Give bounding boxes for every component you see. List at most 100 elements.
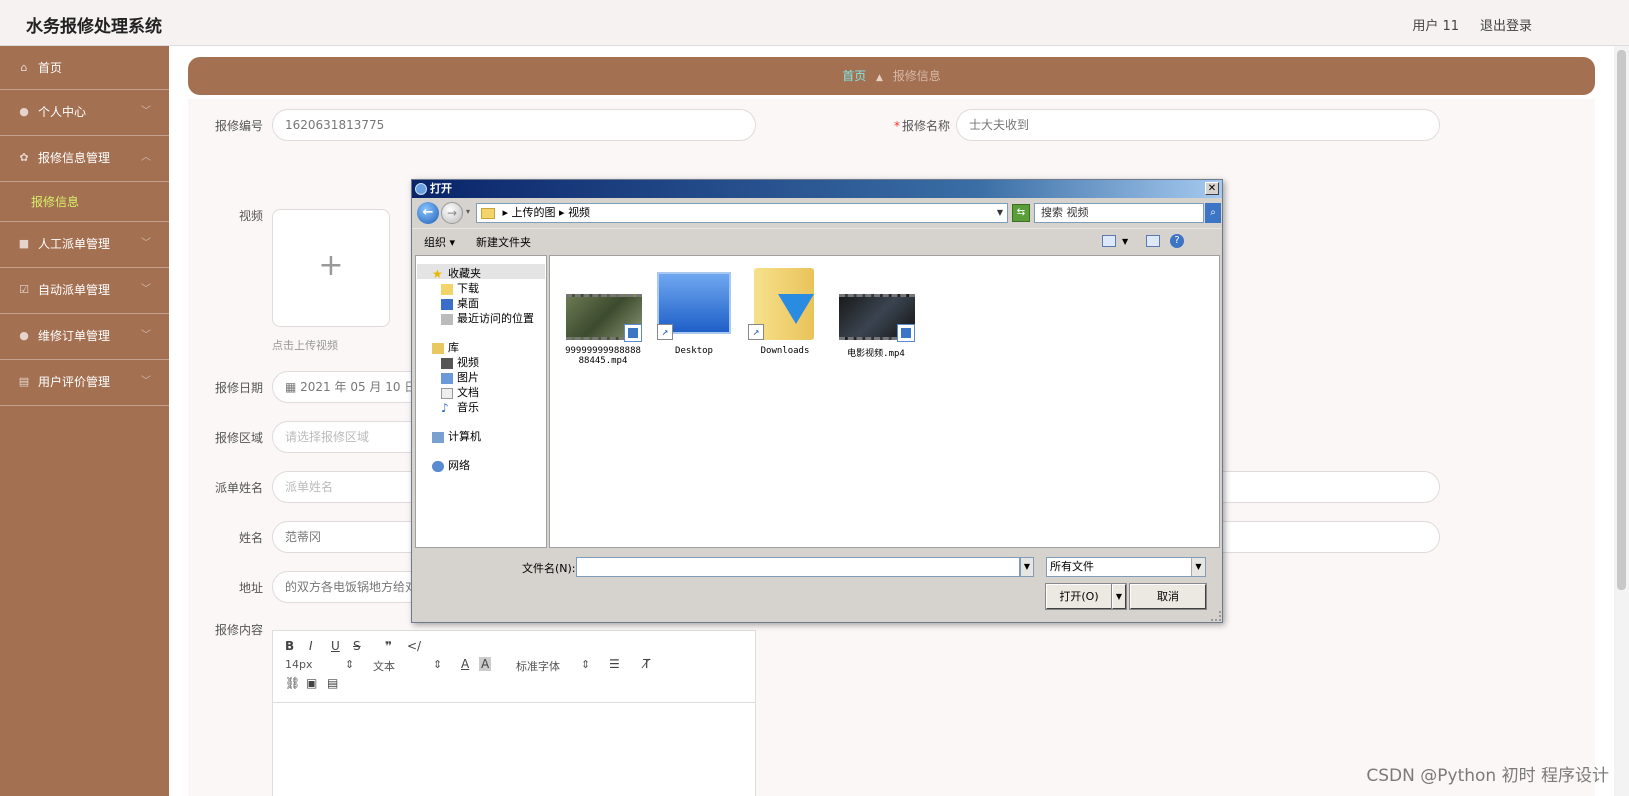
breadcrumb-separator-icon: ▲ (876, 73, 883, 83)
resize-grip-icon[interactable] (1211, 611, 1221, 621)
tree-item-pictures[interactable]: 图片 (441, 369, 479, 385)
chevron-down-icon: ﹀ (141, 330, 151, 341)
file-item[interactable]: 9999999998888888445.mp4 (563, 264, 643, 366)
rich-text-editor[interactable]: B I U S ❞ </ 14px ⇕ 文本 ⇕ A A 标准字体 ⇕ ☰ T̸… (272, 630, 756, 796)
quote-icon[interactable]: ❞ (385, 639, 392, 653)
calendar-icon: ▦ (285, 380, 301, 394)
font-family-select[interactable]: 标准字体 (516, 658, 560, 674)
filetype-dropdown-icon: ▼ (1191, 558, 1205, 576)
file-item[interactable]: 电影视频.mp4 (836, 264, 916, 359)
organize-menu[interactable]: 组织 ▾ (424, 234, 455, 250)
tree-item-network[interactable]: 网络 (432, 457, 470, 473)
tree-item-computer[interactable]: 计算机 (432, 428, 481, 444)
video-insert-icon[interactable]: ▤ (327, 676, 338, 690)
breadcrumb-current: 报修信息 (892, 69, 941, 83)
video-icon: ■ (18, 237, 30, 250)
file-name: Downloads (760, 346, 810, 356)
path-chevron-icon: ▸ (559, 206, 569, 219)
breadcrumb-home[interactable]: 首页 (842, 69, 866, 83)
tree-item-desktop[interactable]: 桌面 (441, 295, 479, 311)
path-segment[interactable]: 上传的图 (512, 206, 556, 219)
history-dropdown-icon[interactable]: ▾ (466, 207, 470, 216)
tree-item-downloads[interactable]: 下载 (441, 280, 479, 296)
close-icon[interactable]: ✕ (1205, 182, 1219, 195)
sidebar-item-user-reviews[interactable]: ▤ 用户评价管理 ﹀ (0, 360, 169, 406)
view-options-icon[interactable] (1102, 235, 1116, 247)
repair-name-input[interactable]: 士大夫收到 (956, 109, 1440, 141)
navigation-pane: ★ 收藏夹 下载 桌面 最近访问的位置 库 视频 图片 文档 ♪ 音乐 计算机 网络 (415, 255, 547, 548)
sidebar-item-repair-info-management[interactable]: ✿ 报修信息管理 ︿ (0, 136, 169, 182)
bold-icon[interactable]: B (285, 639, 294, 653)
help-icon[interactable]: ? (1170, 234, 1184, 248)
plus-icon: + (318, 248, 344, 283)
tree-item-music[interactable]: ♪ 音乐 (441, 399, 479, 415)
scrollbar-thumb[interactable] (1617, 50, 1626, 590)
sidebar-item-home[interactable]: ⌂ 首页 (0, 46, 169, 90)
sidebar-item-repair-orders[interactable]: ● 维修订单管理 ﹀ (0, 314, 169, 360)
background-color-icon[interactable]: A (479, 657, 492, 671)
video-thumbnail-icon (564, 264, 642, 342)
video-library-icon (441, 357, 453, 369)
recent-places-icon (441, 313, 453, 325)
file-item[interactable]: ↗ Desktop (654, 264, 734, 356)
forward-button[interactable]: → (441, 202, 463, 224)
address-bar[interactable]: ▸ 上传的图 ▸ 视频 ▼ (476, 203, 1008, 223)
search-input[interactable]: 搜索 视频 (1034, 203, 1204, 223)
address-dropdown-icon[interactable]: ▼ (997, 204, 1003, 222)
sidebar-item-label: 首页 (38, 61, 63, 75)
logout-link[interactable]: 退出登录 (1480, 15, 1532, 34)
tree-item-documents[interactable]: 文档 (441, 384, 479, 400)
sidebar: ⌂ 首页 ● 个人中心 ﹀ ✿ 报修信息管理 ︿ 报修信息 ■ 人工派单管理 ﹀… (0, 46, 169, 796)
italic-icon[interactable]: I (309, 639, 313, 653)
clear-format-icon[interactable]: T̸ (643, 657, 650, 671)
cancel-button[interactable]: 取消 (1129, 583, 1207, 610)
font-size-select[interactable]: 14px (285, 658, 313, 671)
font-color-icon[interactable]: A (461, 657, 469, 671)
new-folder-button[interactable]: 新建文件夹 (476, 234, 531, 250)
underline-icon[interactable]: U (331, 639, 340, 653)
sidebar-item-personal-center[interactable]: ● 个人中心 ﹀ (0, 90, 169, 136)
open-button[interactable]: 打开(O) (1045, 583, 1113, 610)
preview-pane-icon[interactable] (1146, 235, 1160, 247)
file-name: 9999999998888888445.mp4 (565, 346, 641, 366)
tree-item-library[interactable]: 库 (432, 339, 459, 355)
area-label: 报修区域 (214, 431, 263, 445)
sidebar-item-label: 报修信息管理 (38, 151, 111, 165)
tree-item-favorites[interactable]: ★ 收藏夹 (432, 265, 481, 281)
top-header: 水务报修处理系统 用户 11 退出登录 (0, 0, 1629, 46)
link-icon[interactable]: ⛓ (285, 676, 300, 690)
filetype-select[interactable]: 所有文件 ▼ (1046, 557, 1206, 577)
page-scrollbar[interactable] (1614, 46, 1629, 796)
refresh-icon[interactable]: ⇆ (1012, 204, 1030, 222)
view-dropdown-icon[interactable]: ▼ (1122, 237, 1128, 246)
chevron-up-icon: ︿ (141, 152, 151, 163)
breadcrumb: 首页 ▲ 报修信息 (188, 57, 1595, 95)
image-icon[interactable]: ▣ (306, 676, 317, 690)
code-icon[interactable]: </ (407, 639, 421, 653)
text-style-select[interactable]: 文本 (373, 658, 395, 674)
dialog-titlebar[interactable]: 打开 ✕ (412, 180, 1222, 198)
sidebar-subitem-repair-info[interactable]: 报修信息 (0, 182, 169, 222)
filename-dropdown-icon[interactable]: ▼ (1020, 557, 1034, 577)
video-upload-button[interactable]: + (272, 209, 390, 327)
search-icon[interactable]: ⌕ (1205, 203, 1221, 223)
path-segment[interactable]: 视频 (568, 206, 590, 219)
tree-item-recent[interactable]: 最近访问的位置 (441, 310, 534, 326)
tree-item-videos[interactable]: 视频 (441, 354, 479, 370)
open-options-dropdown-icon[interactable]: ▼ (1111, 583, 1127, 610)
file-item[interactable]: ↗ Downloads (745, 264, 825, 356)
filename-input[interactable] (576, 557, 1020, 577)
sidebar-item-auto-dispatch[interactable]: ☑ 自动派单管理 ﹀ (0, 268, 169, 314)
repair-no-input[interactable]: 1620631813775 (272, 109, 756, 141)
current-user[interactable]: 用户 11 (1412, 15, 1459, 34)
back-button[interactable]: ← (417, 202, 439, 224)
path-chevron-icon: ▸ (502, 206, 512, 219)
gear-icon: ✿ (19, 151, 29, 164)
align-icon[interactable]: ☰ (609, 657, 620, 671)
strikethrough-icon[interactable]: S (353, 639, 361, 653)
upload-hint: 点击上传视频 (272, 339, 338, 352)
filename-label: 文件名(N): (522, 562, 576, 575)
sidebar-item-manual-dispatch[interactable]: ■ 人工派单管理 ﹀ (0, 222, 169, 268)
downloads-folder-icon: ↗ (746, 264, 824, 342)
dialog-title: 打开 (430, 182, 452, 195)
